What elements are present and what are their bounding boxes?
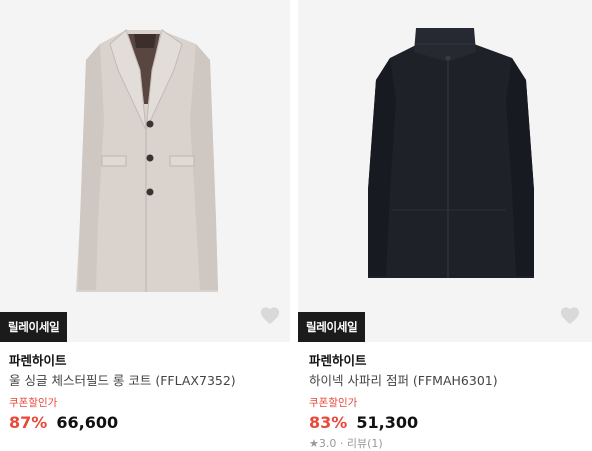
discount-rate: 83% xyxy=(309,413,348,432)
product-card[interactable]: 릴레이세일 파렌하이트 하이넥 사파리 점퍼 (FFMAH6301) 쿠폰할인가… xyxy=(298,0,592,450)
relay-sale-badge: 릴레이세일 xyxy=(0,312,68,342)
discount-rate: 87% xyxy=(9,413,48,432)
heart-icon[interactable] xyxy=(559,305,581,327)
product-name[interactable]: 울 싱글 체스터필드 롱 코트 (FFLAX7352) xyxy=(9,370,290,392)
brand-name[interactable]: 파렌하이트 xyxy=(309,352,592,370)
beige-coat-image xyxy=(76,29,218,292)
product-card[interactable]: 릴레이세일 파렌하이트 울 싱글 체스터필드 롱 코트 (FFLAX7352) … xyxy=(0,0,290,445)
product-image[interactable]: 릴레이세일 xyxy=(298,0,592,342)
sale-price: 51,300 xyxy=(356,413,419,432)
price-row: 87% 66,600 xyxy=(9,412,290,434)
product-info: 파렌하이트 울 싱글 체스터필드 롱 코트 (FFLAX7352) 쿠폰할인가 … xyxy=(9,352,290,434)
price-row: 83% 51,300 xyxy=(309,412,592,434)
product-image[interactable]: 릴레이세일 xyxy=(0,0,290,342)
coupon-price-label: 쿠폰할인가 xyxy=(9,397,58,409)
relay-sale-badge: 릴레이세일 xyxy=(298,312,366,342)
rating-review: ★3.0 · 리뷰(1) xyxy=(309,437,383,450)
navy-jacket-image xyxy=(368,28,534,278)
product-name[interactable]: 하이넥 사파리 점퍼 (FFMAH6301) xyxy=(309,370,592,392)
heart-icon[interactable] xyxy=(259,305,281,327)
product-grid: 릴레이세일 파렌하이트 울 싱글 체스터필드 롱 코트 (FFLAX7352) … xyxy=(0,0,592,450)
brand-name[interactable]: 파렌하이트 xyxy=(9,352,290,370)
coupon-price-label: 쿠폰할인가 xyxy=(309,397,358,409)
sale-price: 66,600 xyxy=(56,413,119,432)
product-info: 파렌하이트 하이넥 사파리 점퍼 (FFMAH6301) 쿠폰할인가 83% 5… xyxy=(309,352,592,451)
